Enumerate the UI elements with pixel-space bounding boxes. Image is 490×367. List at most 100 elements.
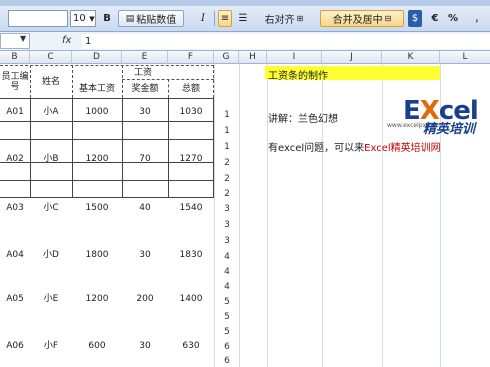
cell-name[interactable]: 小C: [30, 202, 72, 214]
row-border: [0, 139, 214, 140]
formula-input[interactable]: 1: [82, 34, 490, 49]
cell-id[interactable]: A01: [0, 106, 30, 118]
g-cell[interactable]: 4: [222, 282, 232, 292]
align-right-label: 右对齐: [264, 15, 295, 26]
cell-name[interactable]: 小D: [30, 249, 72, 261]
logo-chinese: 精英培训: [423, 122, 476, 137]
g-cell[interactable]: 5: [222, 297, 232, 307]
cell-bonus[interactable]: 30: [122, 249, 168, 261]
cell-total[interactable]: 1830: [168, 249, 214, 261]
column-header-g[interactable]: G: [214, 51, 239, 64]
excel-elite-logo: EXcel www.excelpx.com 精英培训: [385, 94, 490, 146]
cell-id[interactable]: A05: [0, 293, 30, 305]
cell-name[interactable]: 小B: [30, 153, 72, 165]
formatting-toolbar: 10 ▼ B ▤ 粘贴数值 I ≡ ☰ 右对齐 ⊞ 合并及居中 ⊟ $ € % …: [0, 0, 490, 32]
cell-id[interactable]: A03: [0, 202, 30, 214]
g-cell[interactable]: 6: [222, 342, 232, 352]
row-border: [0, 180, 214, 181]
font-size-value: 10: [73, 13, 86, 24]
cell-name[interactable]: 小A: [30, 106, 72, 118]
spreadsheet-app: 10 ▼ B ▤ 粘贴数值 I ≡ ☰ 右对齐 ⊞ 合并及居中 ⊟ $ € % …: [0, 0, 490, 367]
name-box-dropdown-icon[interactable]: ▼: [20, 34, 26, 43]
column-header-b[interactable]: B: [0, 51, 30, 64]
font-name-select[interactable]: [8, 10, 68, 27]
euro-button[interactable]: €: [428, 10, 442, 27]
g-cell[interactable]: 1: [222, 142, 232, 152]
cell-bonus[interactable]: 40: [122, 202, 168, 214]
g-cell[interactable]: 1: [222, 126, 232, 136]
cell-name[interactable]: 小F: [30, 340, 72, 352]
cell-base[interactable]: 1200: [72, 293, 122, 305]
formula-bar: ▼ fx 1: [0, 32, 490, 51]
column-header-i[interactable]: I: [267, 51, 322, 64]
g-cell[interactable]: 3: [222, 220, 232, 230]
cell-base[interactable]: 1000: [72, 106, 122, 118]
cell-id[interactable]: A02: [0, 153, 30, 165]
font-size-dropdown-icon[interactable]: ▼: [88, 10, 96, 27]
column-header-l[interactable]: L: [440, 51, 490, 64]
header-name: 姓名: [41, 77, 60, 87]
column-header-f[interactable]: F: [168, 51, 214, 64]
subheader-bonus: 奖金额: [131, 84, 159, 94]
grid-line: [239, 64, 240, 367]
grid-line: [214, 64, 215, 367]
g-cell[interactable]: 5: [222, 327, 232, 337]
cell-bonus[interactable]: 200: [122, 293, 168, 305]
g-cell[interactable]: 2: [222, 189, 232, 199]
g-cell[interactable]: 2: [222, 174, 232, 184]
bold-button[interactable]: B: [100, 10, 114, 27]
worksheet-grid[interactable]: 员工编号 姓名 工资 基本工资 奖金额 总额 A01 小A 1000 30 10…: [0, 64, 490, 367]
g-cell[interactable]: 2: [222, 158, 232, 168]
header-salary-group: 工资: [133, 67, 152, 78]
g-cell[interactable]: 4: [222, 267, 232, 277]
cell-id[interactable]: A04: [0, 249, 30, 261]
cell-total[interactable]: 630: [168, 340, 214, 352]
italic-button[interactable]: I: [196, 10, 210, 27]
paste-values-button[interactable]: ▤ 粘贴数值: [118, 10, 184, 27]
column-header-h[interactable]: H: [239, 51, 267, 64]
paste-values-icon: ▤: [125, 13, 135, 24]
header-employee-id: 员工编号: [1, 72, 29, 92]
paste-values-label: 粘贴数值: [136, 15, 177, 26]
column-header-e[interactable]: E: [122, 51, 168, 64]
header-bottom-border: [0, 98, 214, 99]
cell-base[interactable]: 600: [72, 340, 122, 352]
column-header-bar: B C D E F G H I J K L: [0, 51, 490, 64]
cell-total[interactable]: 1400: [168, 293, 214, 305]
align-right-button[interactable]: 右对齐 ⊞: [252, 10, 316, 27]
g-cell[interactable]: 3: [222, 204, 232, 214]
merge-center-button[interactable]: 合并及居中 ⊟: [320, 10, 404, 27]
g-cell[interactable]: 6: [222, 356, 232, 366]
g-cell[interactable]: 1: [222, 110, 232, 120]
sheet-title: 工资条的制作: [268, 71, 328, 82]
g-cell[interactable]: 3: [222, 236, 232, 246]
cell-base[interactable]: 1200: [72, 153, 122, 165]
g-cell[interactable]: 4: [222, 252, 232, 262]
column-header-c[interactable]: C: [30, 51, 72, 64]
percent-button[interactable]: %: [446, 10, 460, 27]
merge-center-icon: ⊟: [384, 14, 392, 23]
cell-base[interactable]: 1800: [72, 249, 122, 261]
comma-style-button[interactable]: ,: [464, 10, 490, 27]
cell-name[interactable]: 小E: [30, 293, 72, 305]
cell-total[interactable]: 1030: [168, 106, 214, 118]
cell-total[interactable]: 1540: [168, 202, 214, 214]
cell-bonus[interactable]: 70: [122, 153, 168, 165]
cell-total[interactable]: 1270: [168, 153, 214, 165]
italic-label: I: [201, 13, 205, 24]
column-header-j[interactable]: J: [322, 51, 382, 64]
cell-bonus[interactable]: 30: [122, 340, 168, 352]
cell-id[interactable]: A06: [0, 340, 30, 352]
euro-label: €: [431, 13, 439, 24]
cell-bonus[interactable]: 30: [122, 106, 168, 118]
fx-icon[interactable]: fx: [62, 35, 71, 46]
currency-style-icon[interactable]: $: [408, 10, 422, 27]
column-header-k[interactable]: K: [382, 51, 440, 64]
align-left-icon[interactable]: ≡: [218, 10, 232, 27]
g-cell[interactable]: 5: [222, 312, 232, 322]
cell-base[interactable]: 1500: [72, 202, 122, 214]
bold-label: B: [103, 13, 111, 24]
column-header-d[interactable]: D: [72, 51, 122, 64]
align-center-icon[interactable]: ☰: [236, 10, 250, 27]
percent-label: %: [447, 13, 459, 24]
